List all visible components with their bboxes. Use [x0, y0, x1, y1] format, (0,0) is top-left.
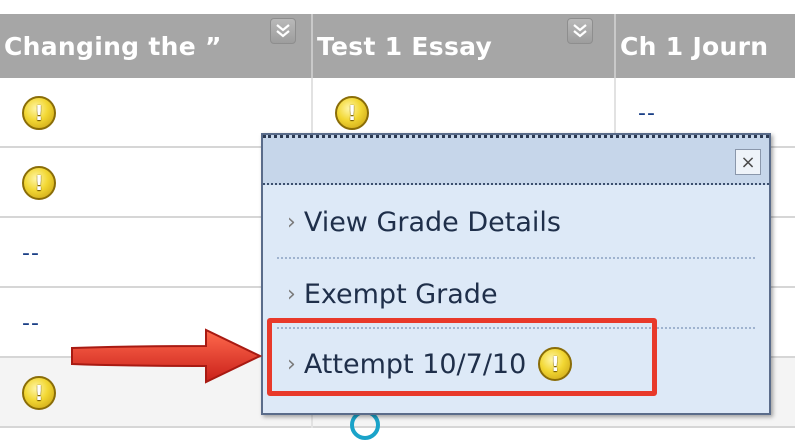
column-header-test-1-essay[interactable]: Test 1 Essay	[313, 14, 616, 78]
menu-item-view-grade-details[interactable]: › View Grade Details	[263, 187, 769, 257]
column-header-ch-1-journal[interactable]: Ch 1 Journ	[616, 14, 795, 78]
column-header-label: Ch 1 Journ	[620, 31, 769, 61]
empty-grade-value: --	[638, 100, 656, 126]
top-clipped-sliver	[0, 0, 795, 14]
context-menu-titlebar	[263, 135, 769, 185]
needs-grading-icon: !	[335, 96, 369, 130]
menu-item-label: Exempt Grade	[303, 278, 498, 310]
needs-grading-icon: !	[22, 376, 56, 410]
column-menu-chevron-icon[interactable]	[567, 18, 593, 44]
empty-grade-value: --	[22, 310, 40, 336]
empty-grade-value: --	[22, 240, 40, 266]
close-menu-button[interactable]: ×	[735, 149, 761, 175]
red-arrow-icon	[71, 328, 263, 384]
column-header-changing-the[interactable]: Changing the ”	[0, 14, 313, 78]
grade-column-header-row: Changing the ” Test 1 Essay Ch 1 Journ	[0, 14, 795, 78]
needs-grading-icon: !	[22, 166, 56, 200]
chevron-right-icon: ›	[287, 281, 296, 307]
column-menu-chevron-icon[interactable]	[270, 18, 296, 44]
needs-grading-icon: !	[22, 96, 56, 130]
column-header-label: Changing the ”	[4, 31, 222, 61]
context-menu-top-border	[263, 135, 769, 138]
chevron-right-icon: ›	[287, 209, 296, 235]
menu-item-label: View Grade Details	[303, 206, 561, 238]
column-header-label: Test 1 Essay	[317, 31, 493, 61]
highlight-box	[267, 318, 657, 396]
